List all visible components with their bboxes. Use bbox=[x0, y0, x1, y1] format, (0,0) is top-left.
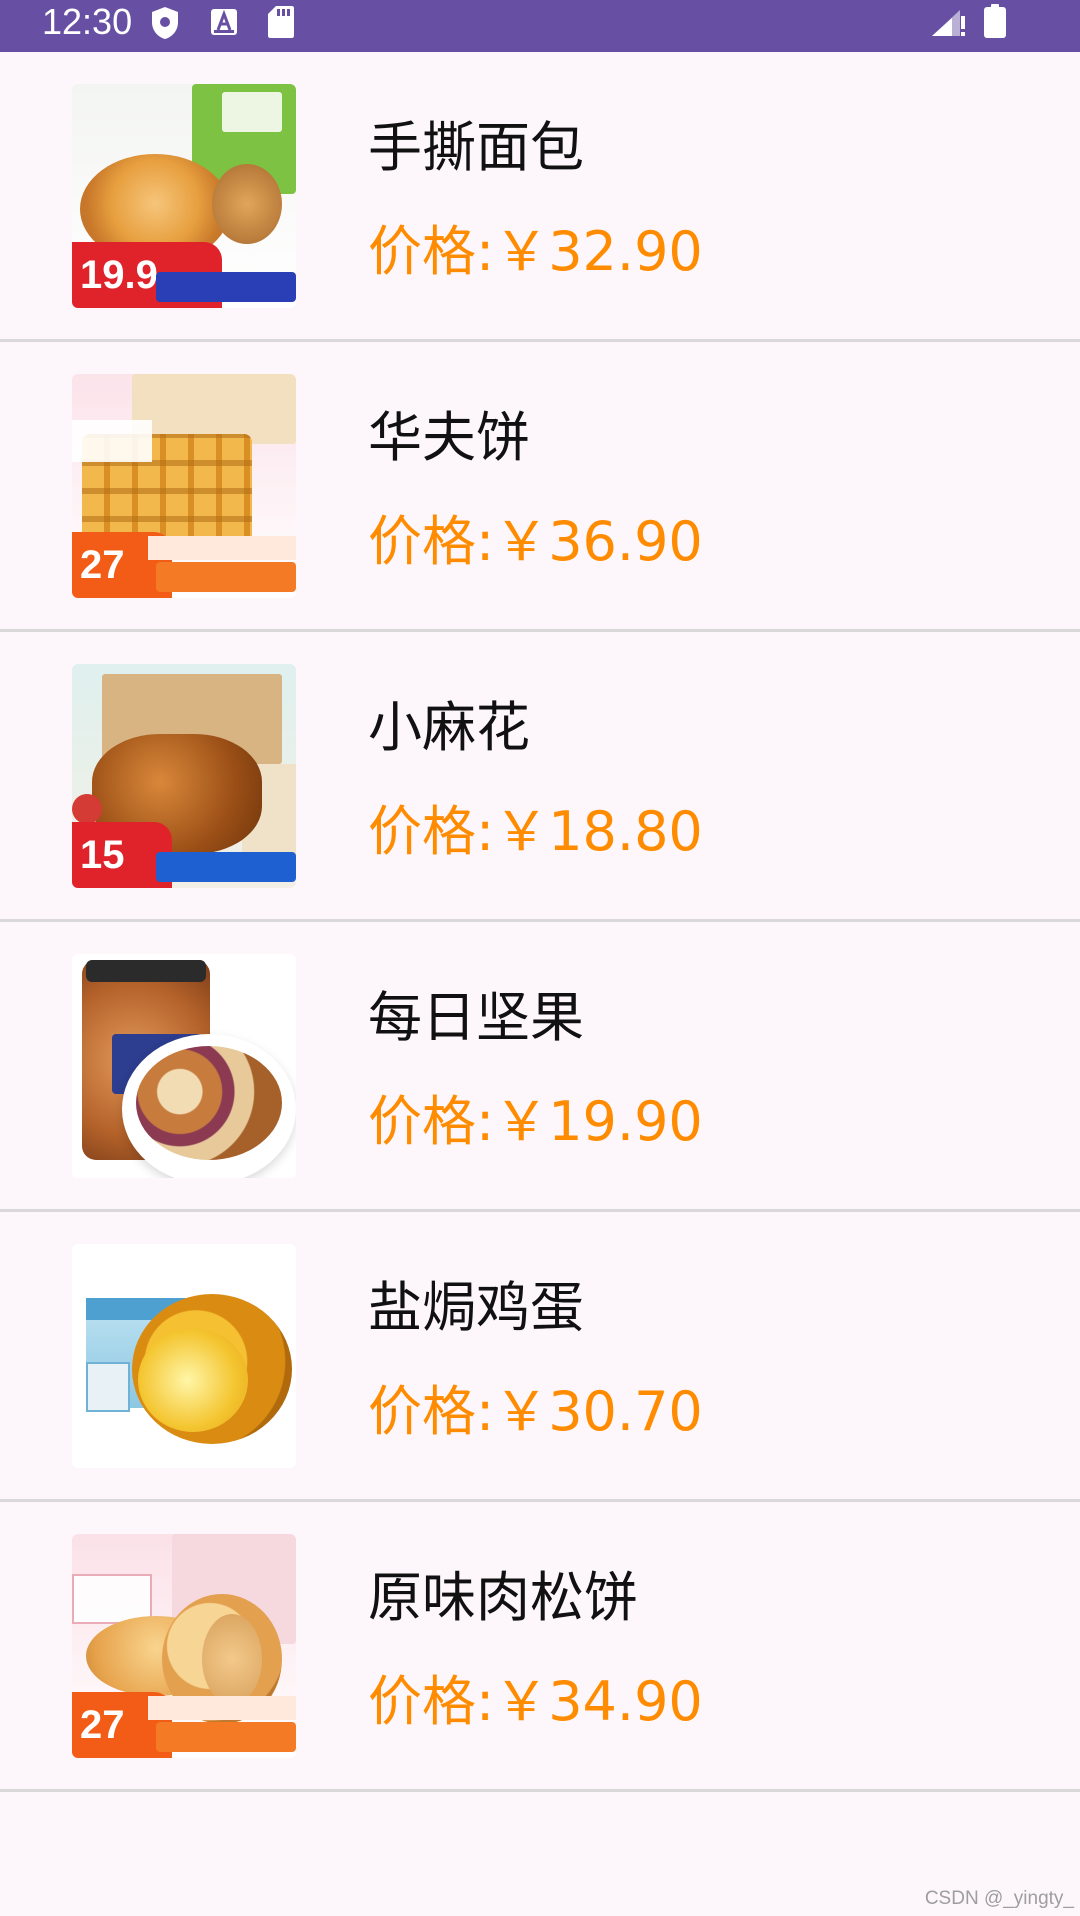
shield-icon bbox=[152, 7, 178, 39]
product-price: 价格:￥36.90 bbox=[368, 510, 703, 574]
price-label: 价格: bbox=[368, 1090, 495, 1153]
list-item[interactable]: 27 原味肉松饼 价格:￥34.90 bbox=[0, 1502, 1080, 1792]
price-value: ￥19.90 bbox=[494, 1090, 703, 1153]
price-value: ￥30.70 bbox=[494, 1380, 703, 1443]
product-image bbox=[72, 1244, 296, 1468]
product-image: 27 bbox=[72, 374, 296, 598]
product-name: 盐焗鸡蛋 bbox=[368, 1276, 584, 1339]
product-price: 价格:￥32.90 bbox=[368, 220, 703, 284]
price-label: 价格: bbox=[368, 510, 495, 573]
promo-strip bbox=[156, 562, 296, 592]
promo-strip bbox=[148, 536, 296, 560]
product-name: 手撕面包 bbox=[368, 116, 584, 179]
list-item[interactable]: 每日坚果 价格:￥19.90 bbox=[0, 922, 1080, 1212]
price-label: 价格: bbox=[368, 1380, 495, 1443]
product-list[interactable]: 19.9 手撕面包 价格:￥32.90 27 华夫饼 价格:￥36.90 15 bbox=[0, 52, 1080, 1792]
list-item[interactable]: 15 小麻花 价格:￥18.80 bbox=[0, 632, 1080, 922]
product-price: 价格:￥18.80 bbox=[368, 800, 703, 864]
promo-strip bbox=[156, 1722, 296, 1752]
price-value: ￥34.90 bbox=[494, 1670, 703, 1733]
sd-card-icon bbox=[268, 6, 294, 38]
product-name: 原味肉松饼 bbox=[368, 1566, 638, 1629]
price-value: ￥32.90 bbox=[494, 220, 703, 283]
promo-strip bbox=[156, 272, 296, 302]
price-label: 价格: bbox=[368, 800, 495, 863]
product-image: 27 bbox=[72, 1534, 296, 1758]
product-price: 价格:￥30.70 bbox=[368, 1380, 703, 1444]
status-bar: 12:30 bbox=[0, 0, 1080, 52]
product-image bbox=[72, 954, 296, 1178]
promo-strip bbox=[148, 1696, 296, 1720]
product-price: 价格:￥19.90 bbox=[368, 1090, 703, 1154]
product-image: 19.9 bbox=[72, 84, 296, 308]
product-name: 华夫饼 bbox=[368, 406, 530, 469]
product-name: 每日坚果 bbox=[368, 986, 584, 1049]
product-name: 小麻花 bbox=[368, 696, 530, 759]
status-time: 12:30 bbox=[42, 1, 133, 42]
price-value: ￥36.90 bbox=[494, 510, 703, 573]
product-image: 15 bbox=[72, 664, 296, 888]
watermark: CSDN @_yingty_ bbox=[924, 1888, 1074, 1909]
signal-icon bbox=[932, 10, 965, 36]
promo-strip bbox=[156, 852, 296, 882]
battery-icon bbox=[984, 4, 1006, 38]
price-value: ￥18.80 bbox=[494, 800, 703, 863]
list-item[interactable]: 27 华夫饼 价格:￥36.90 bbox=[0, 342, 1080, 632]
product-price: 价格:￥34.90 bbox=[368, 1670, 703, 1734]
list-item[interactable]: 盐焗鸡蛋 价格:￥30.70 bbox=[0, 1212, 1080, 1502]
price-label: 价格: bbox=[368, 220, 495, 283]
list-item[interactable]: 19.9 手撕面包 价格:￥32.90 bbox=[0, 52, 1080, 342]
price-label: 价格: bbox=[368, 1670, 495, 1733]
a-letter-icon bbox=[211, 9, 237, 35]
